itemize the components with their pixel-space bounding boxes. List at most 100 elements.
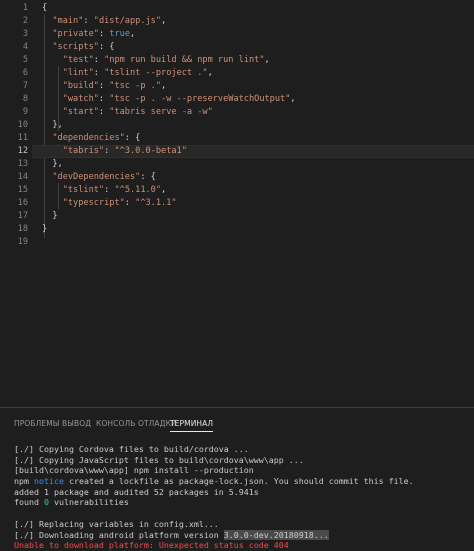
code-line[interactable]: 18} bbox=[0, 223, 474, 236]
terminal-text: found bbox=[14, 497, 44, 508]
code-token: : bbox=[104, 185, 115, 195]
code-token: : { bbox=[98, 42, 115, 52]
tab-debug-console[interactable]: КОНСОЛЬ ОТЛАДКИ bbox=[96, 419, 177, 428]
bottom-panel: ПРОБЛЕМЫ ВЫВОД КОНСОЛЬ ОТЛАДКИ ТЕРМИНАЛ … bbox=[0, 407, 474, 551]
line-number: 17 bbox=[17, 211, 28, 221]
code-line[interactable]: 17 } bbox=[0, 210, 474, 223]
code-text: }, bbox=[42, 158, 62, 171]
terminal-text: Unable to download platform: Unexpected … bbox=[14, 540, 289, 551]
code-line[interactable]: 15 "tslint": "^5.11.0", bbox=[0, 184, 474, 197]
code-line[interactable]: 5 "test": "npm run build && npm run lint… bbox=[0, 54, 474, 67]
code-editor[interactable]: 1{2 "main": "dist/app.js", 3 "private": t… bbox=[0, 0, 474, 405]
code-line[interactable]: 13 }, bbox=[0, 158, 474, 171]
code-token: : bbox=[98, 81, 110, 91]
line-number: 6 bbox=[22, 68, 28, 78]
code-line[interactable]: 4 "scripts": { bbox=[0, 41, 474, 54]
code-text: "watch": "tsc -p . -w --preserveWatchOut… bbox=[42, 93, 296, 106]
code-text: "build": "tsc -p .", bbox=[42, 80, 167, 93]
code-token: "tsc -p ." bbox=[109, 81, 162, 91]
line-number: 19 bbox=[17, 237, 28, 247]
code-text: "lint": "tslint --project .", bbox=[42, 67, 213, 80]
code-text: "dependencies": { bbox=[42, 132, 140, 145]
code-token: : bbox=[98, 94, 110, 104]
line-number: 1 bbox=[22, 3, 28, 13]
code-token: : bbox=[98, 29, 110, 39]
code-line[interactable]: 8 "watch": "tsc -p . -w --preserveWatchO… bbox=[0, 93, 474, 106]
line-number: 13 bbox=[17, 159, 28, 169]
code-token: "start" bbox=[62, 107, 99, 117]
code-text: "start": "tabris serve -a -w" bbox=[42, 106, 213, 119]
tab-problems[interactable]: ПРОБЛЕМЫ bbox=[14, 419, 59, 428]
code-token: : bbox=[93, 68, 105, 78]
line-number: 10 bbox=[17, 120, 28, 130]
terminal-text: [./] Downloading android platform versio… bbox=[14, 529, 224, 540]
code-text: "main": "dist/app.js", bbox=[42, 15, 166, 28]
code-token: }, bbox=[42, 120, 63, 130]
code-text: "test": "npm run build && npm run lint", bbox=[42, 54, 270, 67]
code-line[interactable]: 14 "devDependencies": { bbox=[0, 171, 474, 184]
code-token: "build" bbox=[62, 81, 99, 91]
code-token: : bbox=[83, 16, 94, 26]
code-token: { bbox=[42, 3, 48, 13]
terminal-line: found 0 vulnerabilities bbox=[14, 497, 469, 508]
code-token: : bbox=[98, 107, 110, 117]
code-token: "tabris" bbox=[62, 146, 105, 156]
terminal-text: [build\cordova\www\app] npm install --pr… bbox=[14, 465, 254, 476]
code-text: "tslint": "^5.11.0", bbox=[42, 184, 167, 197]
code-text: "private": true, bbox=[42, 28, 135, 41]
code-line[interactable]: 7 "build": "tsc -p .", bbox=[0, 80, 474, 93]
line-number: 8 bbox=[22, 94, 28, 104]
code-line[interactable]: 16 "typescript": "^3.1.1" bbox=[0, 197, 474, 210]
terminal-text: vulnerabilities bbox=[48, 497, 129, 508]
code-line[interactable]: 6 "lint": "tslint --project .", bbox=[0, 67, 474, 80]
code-token: : bbox=[93, 55, 105, 65]
line-number: 12 bbox=[17, 146, 28, 156]
terminal-line: [./] Copying Cordova files to build/cord… bbox=[14, 444, 469, 455]
code-token: , bbox=[161, 185, 167, 195]
code-token: "dependencies" bbox=[52, 133, 125, 143]
code-token: "test" bbox=[62, 55, 94, 65]
tab-output[interactable]: ВЫВОД bbox=[62, 419, 91, 428]
terminal-text: 3.0.0-dev.20180918... bbox=[223, 529, 329, 540]
line-number: 3 bbox=[22, 29, 28, 39]
line-number: 14 bbox=[17, 172, 28, 182]
code-text: { bbox=[42, 2, 47, 15]
terminal-line: [./] Replacing variables in config.xml..… bbox=[14, 519, 469, 530]
code-token: "dist/app.js" bbox=[93, 16, 162, 26]
line-number: 15 bbox=[17, 185, 28, 195]
code-token: "tslint --project ." bbox=[104, 68, 208, 78]
code-line[interactable]: 11 "dependencies": { bbox=[0, 132, 474, 145]
code-token: "private" bbox=[52, 29, 99, 39]
code-token: : bbox=[104, 146, 115, 156]
code-line[interactable]: 19 bbox=[0, 236, 474, 249]
code-line[interactable]: 10 }, bbox=[0, 119, 474, 132]
code-line[interactable]: 9 "start": "tabris serve -a -w" bbox=[0, 106, 474, 119]
code-line[interactable]: 1{ bbox=[0, 2, 474, 15]
code-line[interactable]: 12 "tabris": "^3.0.0-beta1" bbox=[0, 145, 474, 158]
code-token: "^3.1.1" bbox=[135, 198, 177, 208]
code-token: , bbox=[207, 68, 213, 78]
terminal-line: npm notice created a lockfile as package… bbox=[14, 476, 469, 487]
terminal-text: created a lockfile as package-lock.json.… bbox=[63, 476, 414, 487]
code-line[interactable]: 3 "private": true, bbox=[0, 28, 474, 41]
code-token: } bbox=[42, 224, 48, 234]
terminal-text: [./] Replacing variables in config.xml..… bbox=[14, 518, 219, 529]
terminal-output[interactable]: [./] Copying Cordova files to build/cord… bbox=[14, 444, 469, 551]
tab-terminal[interactable]: ТЕРМИНАЛ bbox=[170, 419, 214, 432]
terminal-text: [./] Copying Cordova files to build/cord… bbox=[14, 444, 249, 454]
code-token: "tsc -p . -w --preserveWatchOutput" bbox=[109, 94, 291, 104]
code-text: }, bbox=[42, 119, 63, 132]
code-token: : { bbox=[140, 172, 156, 182]
line-number: 4 bbox=[22, 42, 28, 52]
code-token: , bbox=[130, 29, 136, 39]
code-token: "^3.0.0-beta1" bbox=[114, 146, 187, 156]
code-token: : { bbox=[124, 133, 141, 143]
code-line[interactable]: 2 "main": "dist/app.js", bbox=[0, 15, 474, 28]
terminal-line bbox=[14, 508, 469, 519]
